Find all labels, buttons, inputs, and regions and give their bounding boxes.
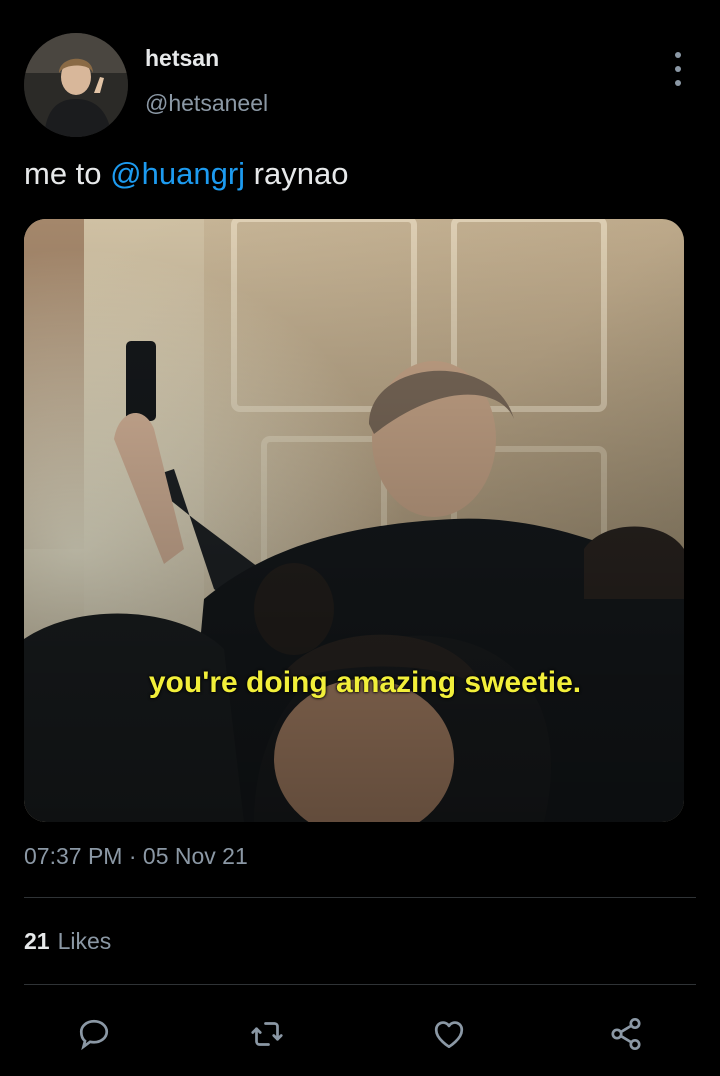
reply-button[interactable] bbox=[74, 1014, 114, 1054]
avatar-photo bbox=[24, 33, 128, 137]
heart-icon bbox=[434, 1021, 464, 1049]
tweet-timestamp[interactable]: 07:37 PM · 05 Nov 21 bbox=[24, 843, 248, 870]
likes-stat[interactable]: 21 Likes bbox=[24, 928, 111, 955]
mention-link[interactable]: @huangrj bbox=[110, 156, 245, 191]
more-vertical-icon[interactable] bbox=[662, 52, 694, 86]
like-button[interactable] bbox=[429, 1014, 469, 1054]
retweet-icon bbox=[251, 1022, 283, 1046]
tweet-text-after: raynao bbox=[245, 156, 349, 191]
share-icon bbox=[611, 1017, 641, 1051]
divider bbox=[24, 897, 696, 898]
tweet-media[interactable]: you're doing amazing sweetie. bbox=[24, 219, 684, 822]
share-button[interactable] bbox=[606, 1014, 646, 1054]
media-image bbox=[24, 219, 684, 822]
divider bbox=[24, 984, 696, 985]
retweet-button[interactable] bbox=[247, 1014, 287, 1054]
avatar[interactable] bbox=[24, 33, 128, 137]
tweet-text-before: me to bbox=[24, 156, 111, 191]
timestamp-separator: · bbox=[122, 843, 143, 869]
likes-label: Likes bbox=[57, 928, 112, 954]
reply-icon bbox=[79, 1019, 109, 1051]
tweet-time: 07:37 PM bbox=[24, 843, 123, 869]
media-caption: you're doing amazing sweetie. bbox=[148, 666, 582, 699]
tweet-date: 05 Nov 21 bbox=[142, 843, 248, 869]
tweet-text: me to @huangrj raynao bbox=[24, 156, 348, 192]
likes-count: 21 bbox=[24, 928, 50, 954]
author-display-name[interactable]: hetsan bbox=[145, 45, 219, 72]
author-handle[interactable]: @hetsaneel bbox=[145, 90, 268, 117]
